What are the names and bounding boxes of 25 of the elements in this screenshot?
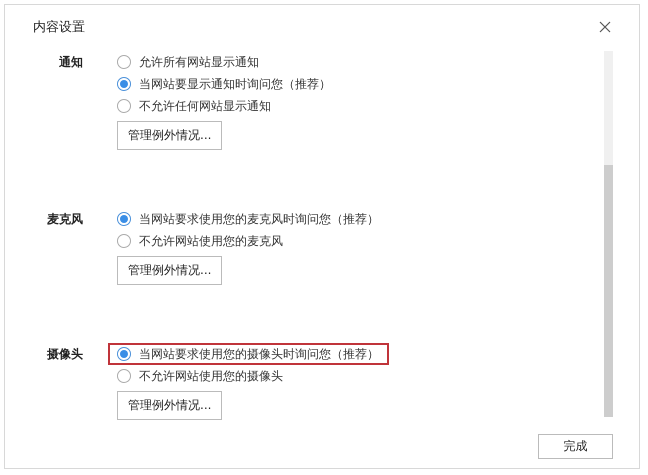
scrollbar[interactable] [604,51,613,417]
manage-exceptions-button[interactable]: 管理例外情况... [117,391,222,420]
radio-option[interactable]: 允许所有网站显示通知 [108,51,263,73]
section-label: 通知 [58,54,83,71]
radio-option[interactable]: 不允许网站使用您的麦克风 [108,230,287,252]
manage-exceptions-button[interactable]: 管理例外情况... [117,256,222,285]
dialog-title: 内容设置 [33,19,85,36]
radio-option[interactable]: 不允许任何网站显示通知 [108,95,275,117]
radio-option[interactable]: 不允许网站使用您的摄像头 [108,365,287,387]
radio-button[interactable] [117,234,131,248]
radio-option[interactable]: 当网站要求使用您的麦克风时询问您（推荐） [108,208,383,230]
done-button[interactable]: 完成 [538,434,613,459]
section-label: 麦克风 [46,211,83,228]
manage-exceptions-button[interactable]: 管理例外情况... [117,121,222,150]
radio-option[interactable]: 当网站要求使用您的摄像头时询问您（推荐） [108,343,389,365]
radio-button[interactable] [117,77,131,91]
radio-button[interactable] [117,99,131,113]
radio-button[interactable] [117,212,131,226]
section-label: 摄像头 [46,346,83,363]
scrollbar-thumb[interactable] [604,165,613,417]
radio-button[interactable] [117,55,131,69]
radio-button[interactable] [117,347,131,361]
radio-option[interactable]: 当网站要显示通知时询问您（推荐） [108,73,335,95]
radio-button[interactable] [117,369,131,383]
close-icon[interactable] [599,21,611,33]
